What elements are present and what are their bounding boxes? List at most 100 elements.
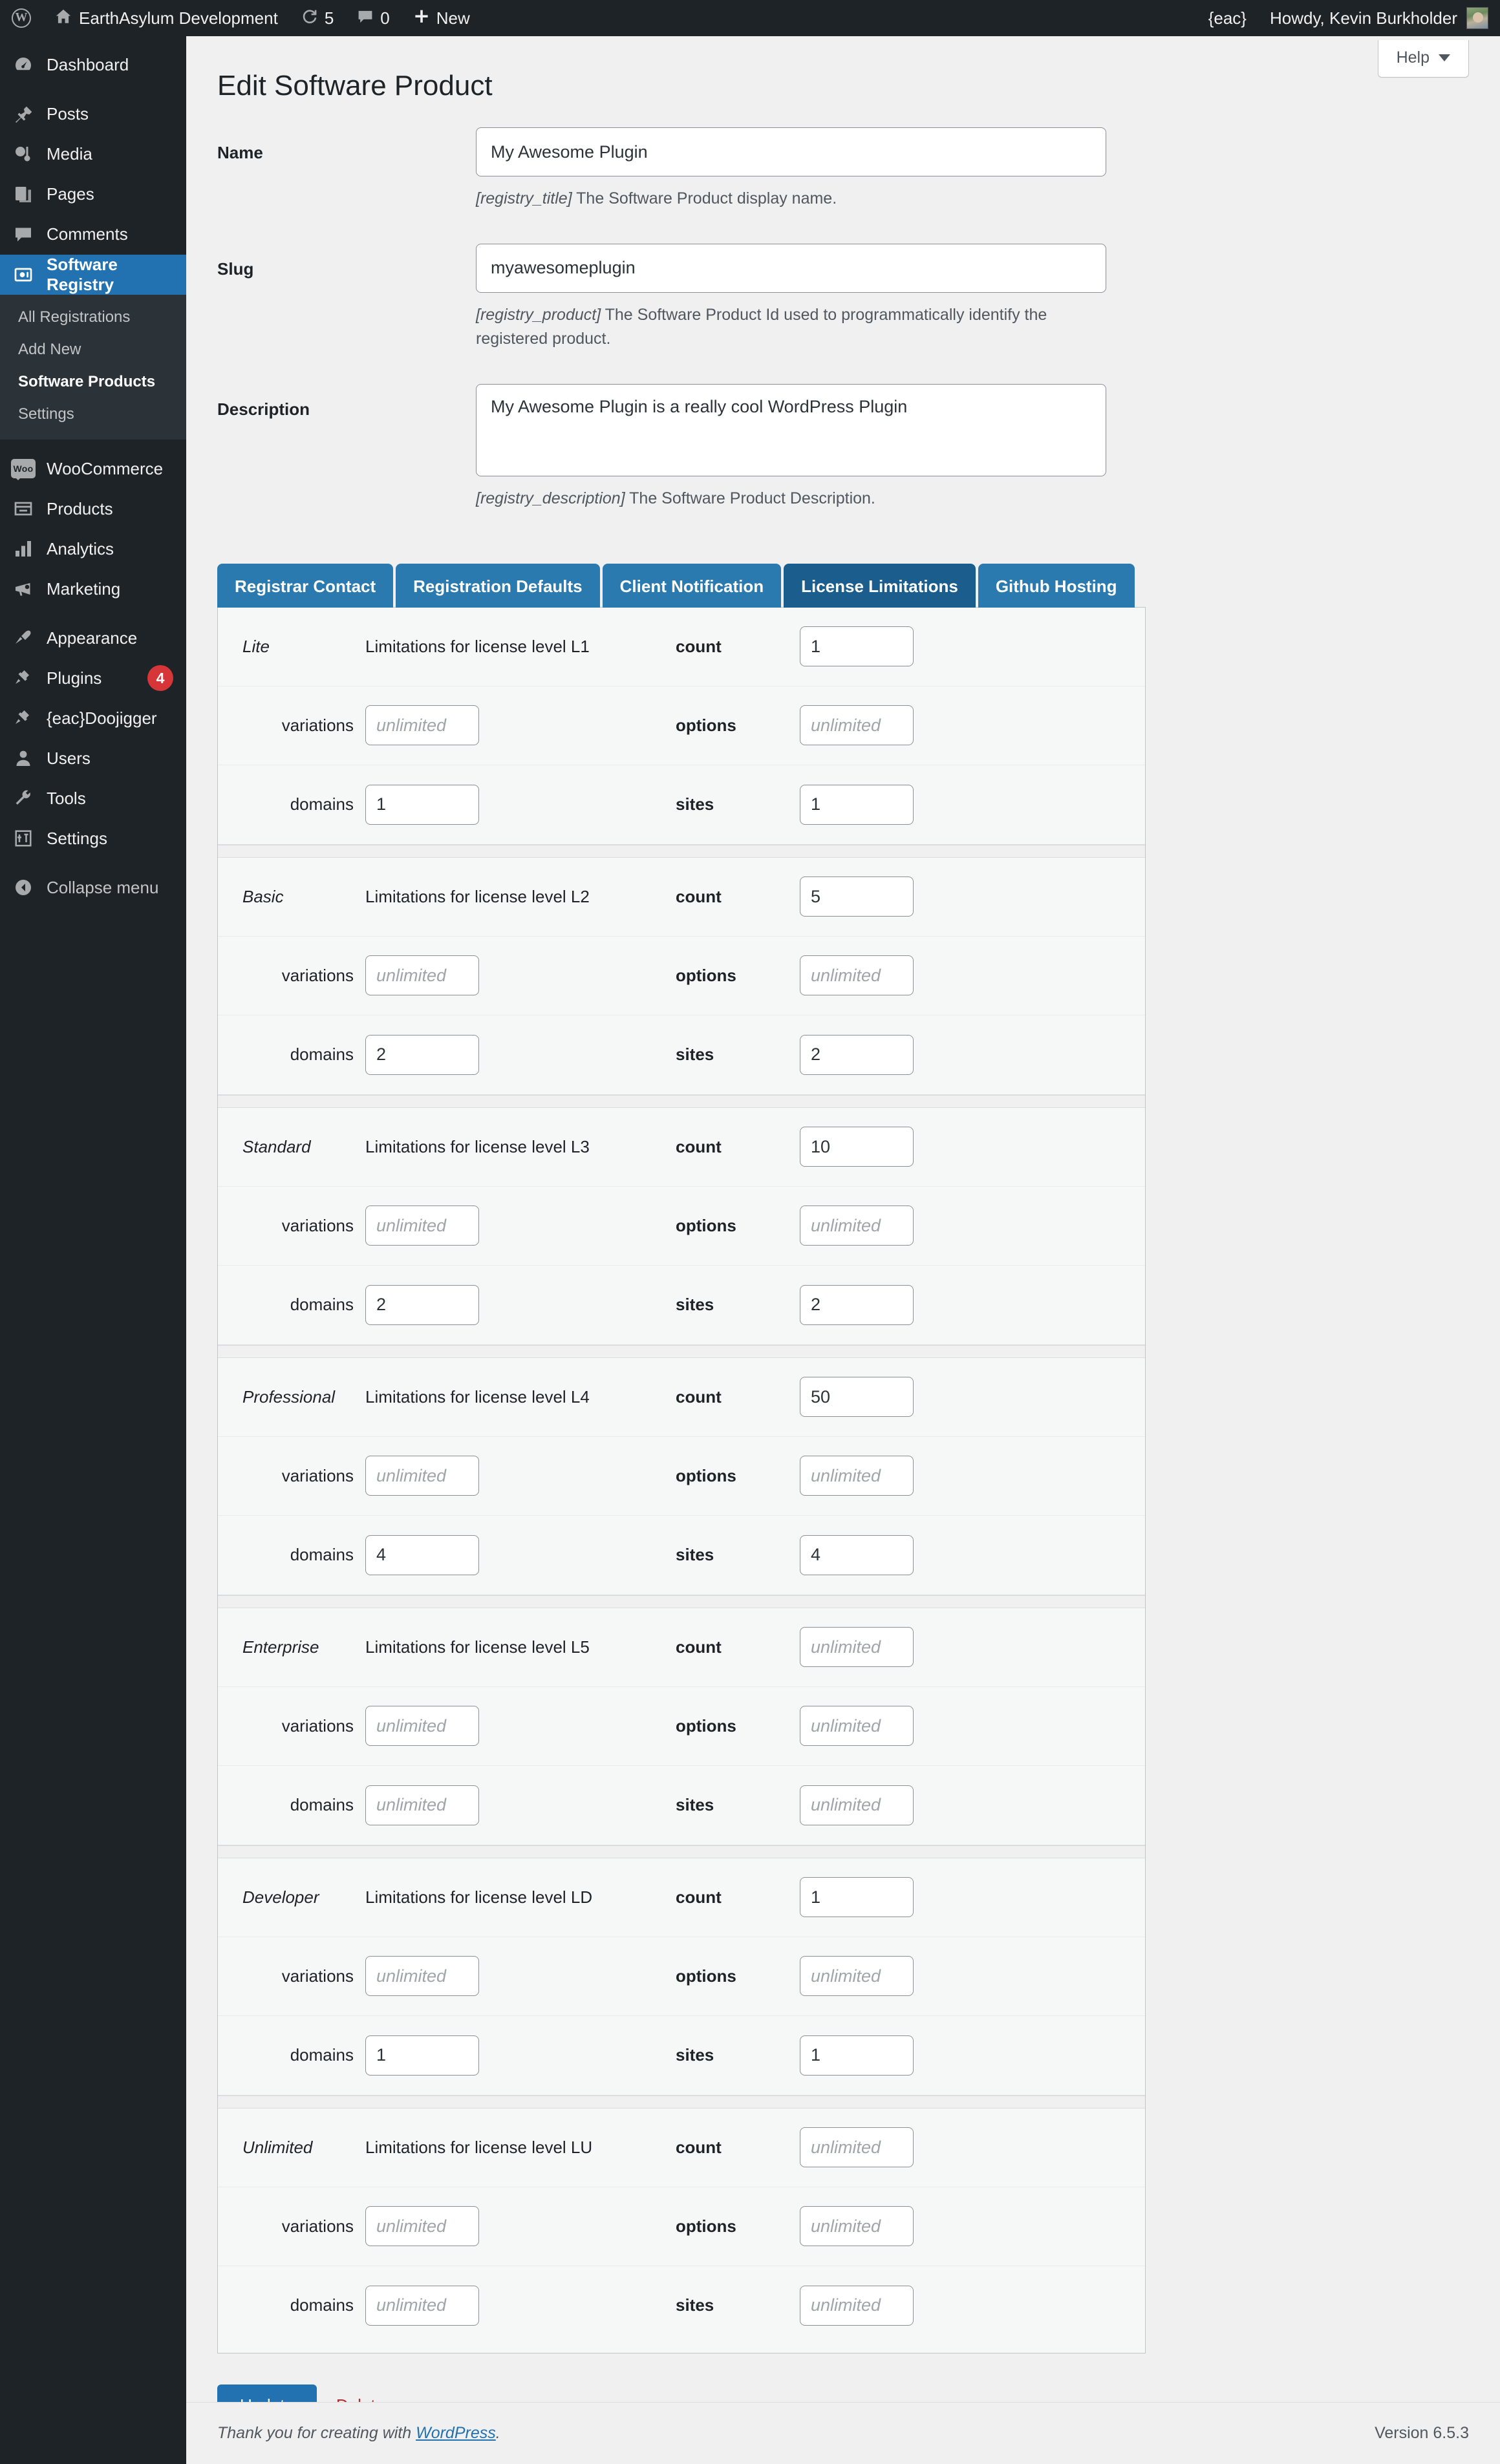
- sidebar-item-dashboard[interactable]: Dashboard: [0, 45, 186, 85]
- sidebar-item-software-registry[interactable]: Software Registry: [0, 255, 186, 295]
- collapse-menu-button[interactable]: Collapse menu: [0, 867, 186, 908]
- options-input[interactable]: [800, 955, 914, 996]
- variations-input[interactable]: [365, 955, 479, 996]
- sites-input[interactable]: [800, 2035, 914, 2076]
- license-row-count: Enterprise Limitations for license level…: [218, 1608, 1145, 1687]
- variations-label: variations: [281, 1966, 354, 1986]
- updates-menu[interactable]: 5: [290, 0, 345, 36]
- sites-input[interactable]: [800, 1535, 914, 1575]
- sidebar-item-tools[interactable]: Tools: [0, 778, 186, 818]
- eac-menu[interactable]: {eac}: [1197, 0, 1258, 36]
- help-toggle-button[interactable]: Help: [1377, 40, 1469, 78]
- license-row-domains-sites: domains sites: [218, 1516, 1145, 1595]
- tab-github-hosting[interactable]: Github Hosting: [978, 564, 1135, 608]
- sites-input[interactable]: [800, 784, 914, 825]
- slug-field-label: Slug: [217, 259, 254, 279]
- wp-logo-menu[interactable]: [0, 0, 43, 36]
- count-input[interactable]: [800, 626, 914, 667]
- domains-input[interactable]: [365, 1785, 479, 1825]
- name-desc-key: [registry_title]: [476, 189, 572, 208]
- license-level-group: Lite Limitations for license level L1 co…: [218, 608, 1145, 845]
- domains-input[interactable]: [365, 784, 479, 825]
- sidebar-item-products[interactable]: Products: [0, 489, 186, 529]
- sidebar-item-settings[interactable]: Settings: [0, 818, 186, 858]
- license-row-domains-sites: domains sites: [218, 2016, 1145, 2095]
- options-input[interactable]: [800, 1456, 914, 1496]
- tab-client-notification[interactable]: Client Notification: [602, 564, 782, 608]
- sites-input[interactable]: [800, 1034, 914, 1075]
- new-content-menu[interactable]: New: [402, 0, 482, 36]
- settings-tabs: Registrar Contact Registration Defaults …: [217, 564, 1500, 608]
- count-input[interactable]: [800, 2127, 914, 2168]
- domains-input[interactable]: [365, 1034, 479, 1075]
- count-input[interactable]: [800, 1877, 914, 1918]
- variations-input[interactable]: [365, 1456, 479, 1496]
- count-input[interactable]: [800, 1627, 914, 1668]
- sidebar-item-label: Plugins: [47, 668, 102, 688]
- options-input[interactable]: [800, 705, 914, 746]
- options-input[interactable]: [800, 1706, 914, 1747]
- level-description: Limitations for license level L1: [365, 636, 590, 656]
- sidebar-item-posts[interactable]: Posts: [0, 94, 186, 134]
- menu-spacer: [0, 858, 186, 867]
- variations-input[interactable]: [365, 705, 479, 746]
- variations-input[interactable]: [365, 1956, 479, 1997]
- license-level-group: Unlimited Limitations for license level …: [218, 2108, 1145, 2345]
- variations-input[interactable]: [365, 1205, 479, 1246]
- sidebar-item-marketing[interactable]: Marketing: [0, 569, 186, 609]
- name-desc-text: The Software Product display name.: [572, 189, 837, 208]
- sites-input[interactable]: [800, 2285, 914, 2326]
- domains-input[interactable]: [365, 1535, 479, 1575]
- variations-input[interactable]: [365, 2206, 479, 2247]
- options-input[interactable]: [800, 2206, 914, 2247]
- count-input[interactable]: [800, 1377, 914, 1418]
- sites-input[interactable]: [800, 1785, 914, 1825]
- count-input[interactable]: [800, 876, 914, 917]
- sidebar-item-label: Collapse menu: [47, 877, 159, 897]
- tab-registration-defaults[interactable]: Registration Defaults: [396, 564, 600, 608]
- options-label: options: [676, 1465, 736, 1485]
- domains-input[interactable]: [365, 2285, 479, 2326]
- description-textarea[interactable]: [476, 383, 1106, 476]
- sidebar-item-label: Software Registry: [47, 255, 118, 295]
- sites-label: sites: [676, 2295, 714, 2315]
- submenu-item-settings[interactable]: Settings: [0, 398, 186, 430]
- new-content-label: New: [436, 8, 470, 28]
- software-registry-submenu: All Registrations Add New Software Produ…: [0, 295, 186, 440]
- tab-registrar-contact[interactable]: Registrar Contact: [217, 564, 394, 608]
- slug-input[interactable]: [476, 243, 1106, 293]
- sites-input[interactable]: [800, 1284, 914, 1325]
- options-label: options: [676, 1215, 736, 1235]
- sidebar-item-appearance[interactable]: Appearance: [0, 618, 186, 658]
- submenu-item-all-registrations[interactable]: All Registrations: [0, 301, 186, 334]
- site-name-menu[interactable]: EarthAsylum Development: [43, 0, 290, 36]
- sidebar-item-woocommerce[interactable]: Woo WooCommerce: [0, 449, 186, 489]
- dashboard-icon: [0, 56, 47, 75]
- account-menu[interactable]: Howdy, Kevin Burkholder: [1258, 0, 1457, 36]
- sidebar-item-label: Pages: [47, 184, 94, 204]
- submenu-item-software-products[interactable]: Software Products: [0, 366, 186, 398]
- sidebar-item-pages[interactable]: Pages: [0, 175, 186, 215]
- comments-menu[interactable]: 0: [345, 0, 401, 36]
- sidebar-item-media[interactable]: Media: [0, 134, 186, 175]
- options-input[interactable]: [800, 1956, 914, 1997]
- sidebar-item-analytics[interactable]: Analytics: [0, 529, 186, 569]
- sidebar-item-comments[interactable]: Comments: [0, 215, 186, 255]
- sidebar-item-eac-doojigger[interactable]: {eac}Doojigger: [0, 698, 186, 738]
- level-description: Limitations for license level LU: [365, 2137, 593, 2157]
- options-input[interactable]: [800, 1205, 914, 1246]
- tab-license-limitations[interactable]: License Limitations: [784, 564, 976, 608]
- domains-input[interactable]: [365, 2035, 479, 2076]
- submenu-item-add-new[interactable]: Add New: [0, 334, 186, 366]
- howdy-label: Howdy, Kevin Burkholder: [1270, 8, 1457, 28]
- domains-input[interactable]: [365, 1284, 479, 1325]
- sidebar-item-plugins[interactable]: Plugins 4: [0, 658, 186, 698]
- sidebar-item-users[interactable]: Users: [0, 738, 186, 778]
- wordpress-link[interactable]: WordPress: [416, 2424, 496, 2442]
- variations-label: variations: [281, 1715, 354, 1736]
- name-input[interactable]: [476, 127, 1106, 177]
- variations-input[interactable]: [365, 1706, 479, 1747]
- level-name: Unlimited: [242, 2137, 313, 2157]
- count-input[interactable]: [800, 1127, 914, 1167]
- sidebar-item-label: Analytics: [47, 538, 114, 558]
